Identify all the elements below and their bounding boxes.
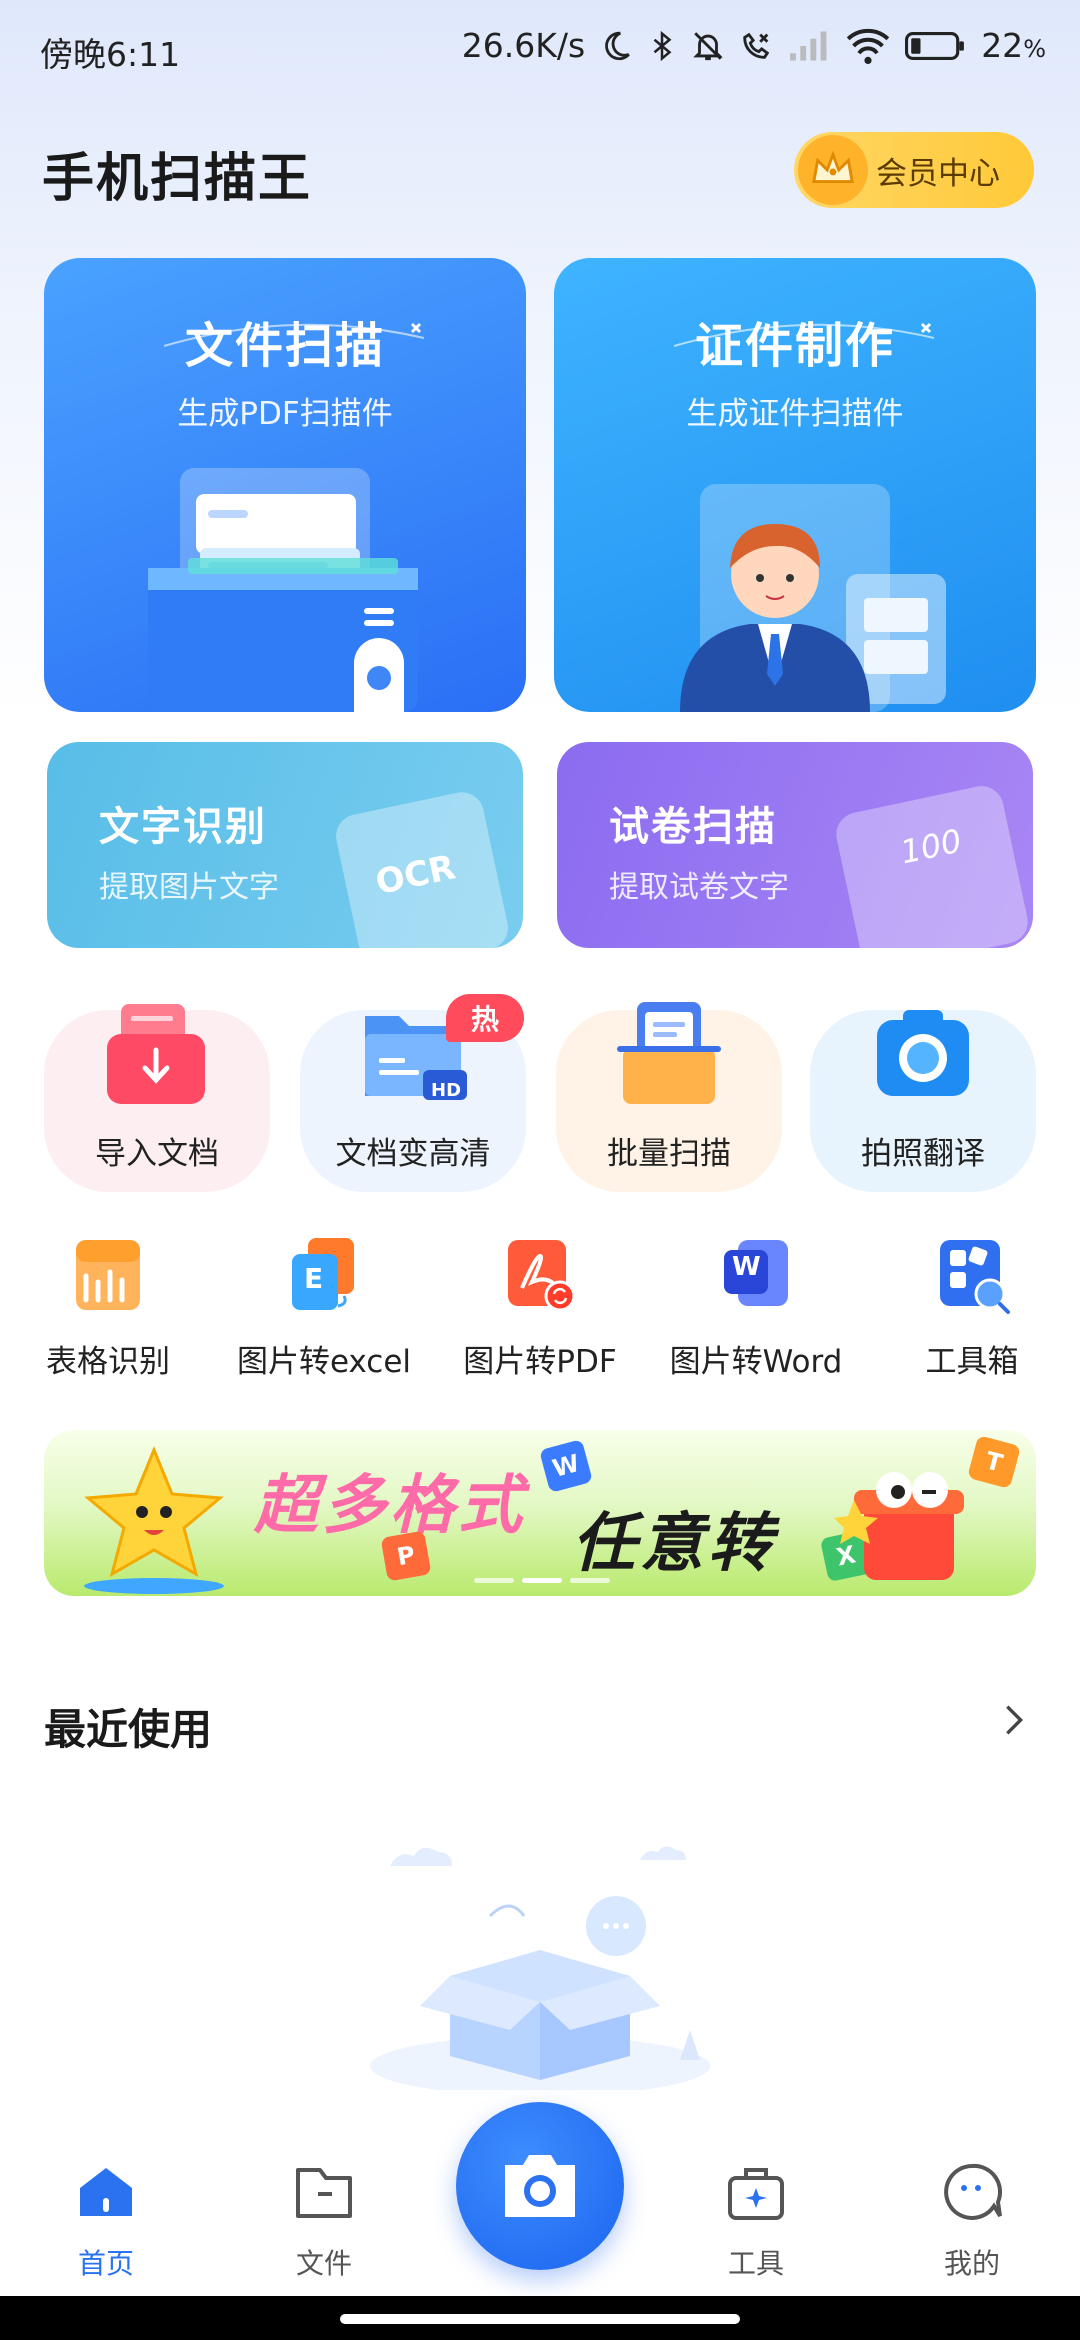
nav-label: 工具 (727, 2247, 784, 2280)
import-doc-icon (107, 1004, 205, 1104)
crown-icon (798, 135, 868, 205)
ocr-title: 文字识别 (99, 804, 267, 850)
carousel-dot (474, 1578, 514, 1583)
status-right-group: 26.6K/s 22% (462, 26, 1046, 65)
tool-label: 表格识别 (46, 1344, 170, 1380)
scanner-illustration-icon (148, 468, 418, 712)
tool-image-to-excel[interactable]: E 图片转excel (224, 1236, 424, 1380)
image-to-excel-icon (292, 1238, 354, 1310)
ppt-letter-tile-icon: P (380, 1530, 432, 1582)
camera-translate-icon (877, 1010, 969, 1096)
network-speed: 26.6K/s (461, 26, 586, 65)
carousel-indicator (474, 1578, 610, 1583)
nav-label: 文件 (295, 2247, 352, 2280)
carousel-dot (570, 1578, 610, 1583)
tool-label: 工具箱 (925, 1344, 1019, 1380)
home-indicator[interactable] (340, 2314, 740, 2324)
ocr-graphic-text: OCR (372, 847, 459, 904)
sparkle-arc-icon (673, 322, 935, 347)
ocr-card[interactable]: 文字识别 提取图片文字 OCR (47, 742, 523, 948)
vip-center-label: 会员中心 (876, 155, 1000, 192)
cellular-signal-icon (790, 30, 827, 61)
status-bar: 傍晚6:11 26.6K/s 22% (0, 0, 1080, 100)
wifi-icon (847, 28, 890, 64)
toolbag-icon (728, 2168, 784, 2220)
exam-paper-icon: 100 (832, 782, 1032, 948)
nav-label: 首页 (77, 2247, 134, 2280)
camera-scan-button[interactable] (456, 2102, 624, 2270)
nav-label: 我的 (943, 2247, 1000, 2280)
battery-icon (905, 31, 965, 60)
battery-level: 22% (981, 26, 1046, 65)
hd-icon-text: HD (431, 1080, 462, 1101)
excel-icon-text: E (304, 1262, 324, 1295)
tool-label: 图片转excel (236, 1344, 412, 1380)
ocr-subtitle: 提取图片文字 (99, 870, 279, 905)
exam-score-text: 100 (897, 821, 965, 872)
tool-table-recognize[interactable]: 表格识别 (8, 1236, 208, 1380)
quick-tool-label: 文档变高清 (335, 1136, 491, 1172)
nav-profile[interactable]: 我的 (902, 2160, 1042, 2290)
quick-tool-label: 导入文档 (95, 1136, 219, 1172)
nav-tools[interactable]: 工具 (686, 2160, 826, 2290)
carousel-dot-active (522, 1578, 562, 1583)
vip-center-button[interactable]: 会员中心 (794, 132, 1034, 208)
camera-icon (505, 2155, 575, 2217)
tool-label: 图片转Word (669, 1344, 843, 1380)
profile-icon (944, 2163, 1002, 2220)
table-recognize-icon (76, 1240, 140, 1310)
quick-tool-label: 批量扫描 (607, 1136, 731, 1172)
banner-subheadline: 任意转 (572, 1507, 776, 1581)
word-icon-text: W (732, 1252, 761, 1282)
recent-section-title: 最近使用 (44, 1705, 213, 1754)
app-title: 手机扫描王 (42, 149, 313, 209)
quick-tool-camera-translate[interactable]: 拍照翻译 (810, 1010, 1036, 1192)
quick-tool-import-doc[interactable]: 导入文档 (44, 1004, 270, 1192)
exam-title: 试卷扫描 (609, 804, 777, 850)
call-off-icon (743, 32, 770, 59)
moon-icon (605, 31, 630, 60)
batch-scan-icon (617, 1002, 721, 1104)
toolbox-icon (940, 1240, 1010, 1314)
nav-home[interactable]: 首页 (36, 2160, 176, 2290)
tool-toolbox[interactable]: 工具箱 (872, 1236, 1072, 1380)
hot-badge: 热 (446, 994, 524, 1042)
nav-files[interactable]: 文件 (254, 2160, 394, 2290)
gift-mascot-icon (834, 1472, 964, 1580)
promo-banner[interactable]: 超多格式 任意转 W P T X (44, 1430, 1036, 1596)
word-letter-tile-icon: W (539, 1439, 593, 1493)
id-make-subtitle: 生成证件扫描件 (686, 396, 904, 432)
quick-tool-label: 拍照翻译 (861, 1136, 985, 1172)
ocr-scan-icon: OCR (332, 788, 512, 948)
exam-subtitle: 提取试卷文字 (609, 870, 789, 905)
tool-image-to-pdf[interactable]: 图片转PDF (440, 1236, 640, 1380)
folder-icon (296, 2168, 352, 2218)
star-mascot-icon (84, 1446, 224, 1594)
tool-label: 图片转PDF (463, 1344, 617, 1380)
home-icon (80, 2168, 132, 2216)
doc-scan-subtitle: 生成PDF扫描件 (177, 396, 393, 432)
exam-scan-card[interactable]: 试卷扫描 提取试卷文字 100 (557, 742, 1033, 948)
id-person-illustration-icon (680, 484, 946, 712)
quick-tool-batch-scan[interactable]: 批量扫描 (556, 1002, 782, 1192)
empty-box-illustration-icon (370, 1846, 710, 2090)
doc-scan-card[interactable]: 文件扫描 生成PDF扫描件 (44, 258, 526, 712)
tool-image-to-word[interactable]: W 图片转Word (656, 1236, 856, 1380)
image-to-pdf-icon (508, 1240, 576, 1312)
banner-headline: 超多格式 (254, 1469, 526, 1543)
id-make-card[interactable]: 证件制作 生成证件扫描件 (554, 258, 1036, 712)
status-time: 傍晚6:11 (40, 35, 181, 74)
bluetooth-icon (653, 30, 672, 61)
sparkle-arc-icon (163, 322, 425, 347)
chevron-right-icon[interactable] (994, 1700, 1034, 1740)
mute-bell-icon (693, 31, 723, 60)
